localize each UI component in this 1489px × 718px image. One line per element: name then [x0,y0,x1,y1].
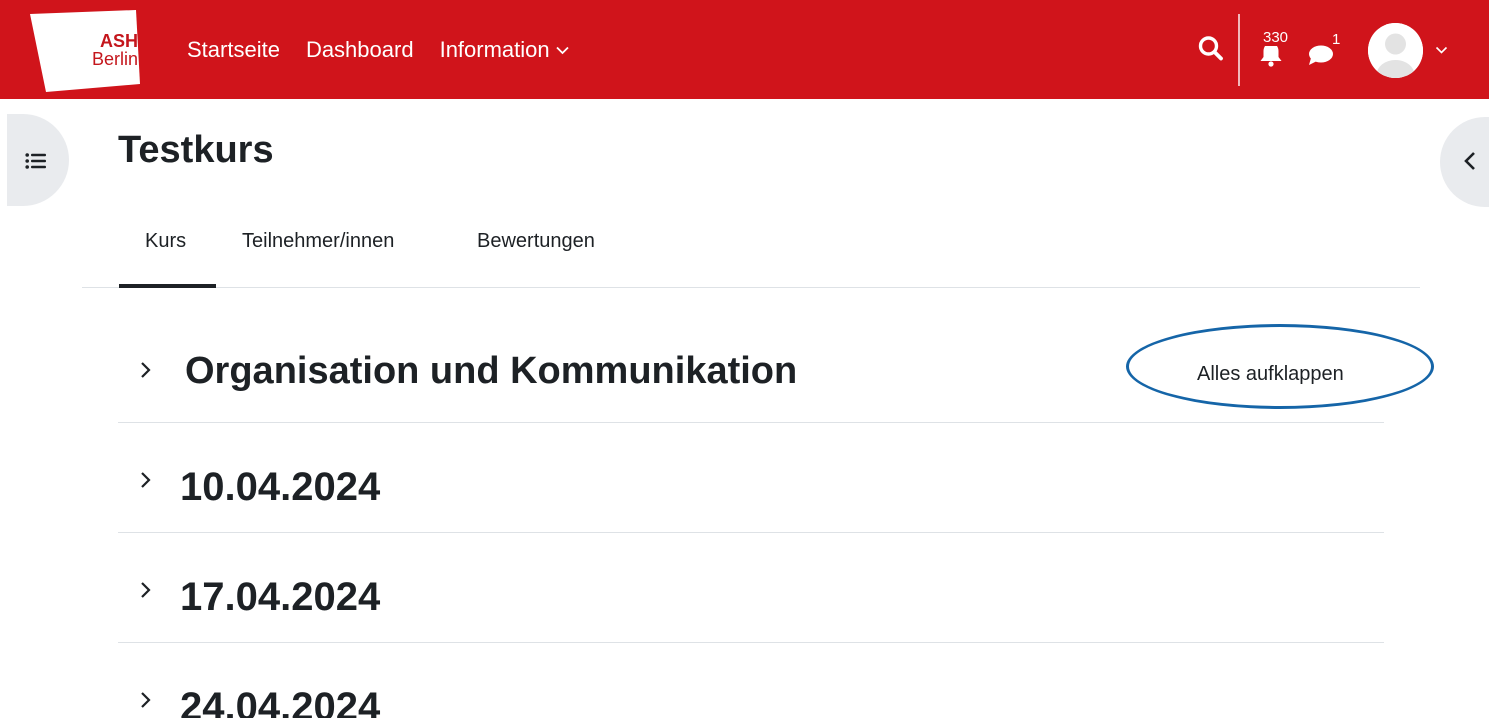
active-tab-indicator [119,284,216,288]
search-icon [1198,36,1223,61]
search-button[interactable] [1198,34,1224,64]
course-section: 10.04.2024 [118,423,1384,533]
course-section: Organisation und Kommunikation [118,330,1384,423]
tab-kurs[interactable]: Kurs [145,228,186,254]
chevron-down-icon [556,46,569,54]
section-title[interactable]: 24.04.2024 [180,683,380,718]
chevron-right-icon[interactable] [140,470,152,490]
user-avatar[interactable] [1368,23,1423,78]
logo-line-2: Berlin [91,49,138,69]
chevron-right-icon[interactable] [140,360,152,380]
user-avatar-icon [1368,23,1423,78]
nav-link-startseite[interactable]: Startseite [187,34,280,66]
nav-dropdown-information[interactable]: Information [440,34,569,66]
nav-link-dashboard[interactable]: Dashboard [306,34,414,66]
course-secondary-navigation: Kurs Teilnehmer/innen Bewertungen [82,212,1420,288]
comment-icon [1309,45,1333,65]
messages-button[interactable] [1308,44,1334,66]
chevron-right-icon[interactable] [140,580,152,600]
section-title[interactable]: 17.04.2024 [180,573,380,621]
logo-line-1: ASH [99,31,138,51]
primary-navigation: Startseite Dashboard Information [187,34,595,66]
block-drawer-toggle[interactable] [1440,117,1489,207]
chevron-right-icon[interactable] [140,690,152,710]
section-title[interactable]: Organisation und Kommunikation [185,348,797,394]
tab-bewertungen[interactable]: Bewertungen [477,228,595,254]
top-navbar: ASH Berlin Startseite Dashboard Informat… [0,0,1489,99]
chevron-left-icon [1464,152,1475,170]
list-icon [25,153,46,169]
tab-teilnehmer[interactable]: Teilnehmer/innen [242,228,394,254]
message-count-badge: 1 [1332,31,1341,48]
ash-berlin-logo[interactable]: ASH Berlin [30,10,140,92]
course-section: 24.04.2024 [118,643,1384,718]
navbar-divider [1238,14,1240,86]
expand-all-link[interactable]: Alles aufklappen [1197,361,1344,387]
user-menu-chevron-down-icon[interactable] [1435,46,1448,55]
page-title: Testkurs [118,129,274,171]
course-section: 17.04.2024 [118,533,1384,643]
course-index-drawer-toggle[interactable] [7,114,69,206]
section-title[interactable]: 10.04.2024 [180,463,380,511]
nav-dropdown-label: Information [439,37,550,62]
notification-count-badge: 330 [1263,29,1289,46]
